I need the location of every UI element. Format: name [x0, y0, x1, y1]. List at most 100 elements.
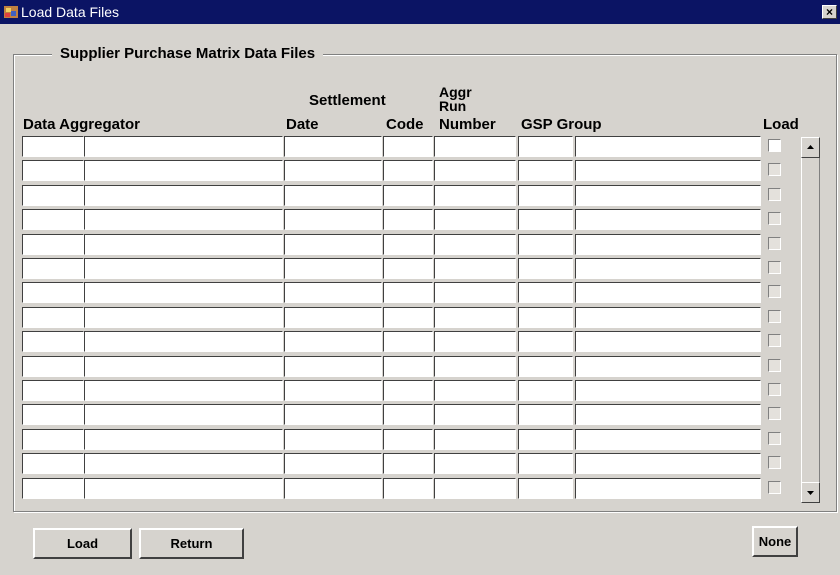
cell-settlement-code[interactable] [383, 160, 433, 181]
cell-aggregator-name[interactable] [84, 453, 283, 474]
cell-aggregator-id[interactable] [22, 453, 84, 474]
load-checkbox[interactable] [768, 432, 781, 445]
cell-gsp-group-id[interactable] [518, 258, 573, 279]
cell-gsp-group-id[interactable] [518, 307, 573, 328]
cell-aggr-run-number[interactable] [434, 160, 516, 181]
cell-aggregator-name[interactable] [84, 209, 283, 230]
cell-gsp-group-id[interactable] [518, 429, 573, 450]
load-checkbox[interactable] [768, 285, 781, 298]
cell-aggregator-name[interactable] [84, 404, 283, 425]
return-button[interactable]: Return [139, 528, 244, 559]
cell-settlement-date[interactable] [284, 331, 382, 352]
close-button[interactable]: × [822, 5, 837, 19]
load-checkbox[interactable] [768, 407, 781, 420]
cell-aggregator-name[interactable] [84, 136, 283, 157]
cell-aggr-run-number[interactable] [434, 258, 516, 279]
cell-aggr-run-number[interactable] [434, 478, 516, 499]
cell-gsp-group-name[interactable] [575, 307, 761, 328]
cell-settlement-code[interactable] [383, 478, 433, 499]
cell-gsp-group-name[interactable] [575, 282, 761, 303]
cell-settlement-code[interactable] [383, 234, 433, 255]
scroll-down-button[interactable] [801, 482, 820, 503]
cell-aggregator-id[interactable] [22, 478, 84, 499]
cell-gsp-group-name[interactable] [575, 380, 761, 401]
cell-settlement-code[interactable] [383, 404, 433, 425]
cell-gsp-group-id[interactable] [518, 331, 573, 352]
cell-aggregator-name[interactable] [84, 356, 283, 377]
load-checkbox[interactable] [768, 212, 781, 225]
cell-settlement-date[interactable] [284, 478, 382, 499]
cell-settlement-date[interactable] [284, 380, 382, 401]
cell-gsp-group-id[interactable] [518, 478, 573, 499]
cell-settlement-code[interactable] [383, 258, 433, 279]
cell-aggr-run-number[interactable] [434, 331, 516, 352]
cell-gsp-group-name[interactable] [575, 185, 761, 206]
cell-aggr-run-number[interactable] [434, 185, 516, 206]
cell-gsp-group-id[interactable] [518, 453, 573, 474]
cell-aggr-run-number[interactable] [434, 282, 516, 303]
none-button[interactable]: None [752, 526, 798, 557]
cell-aggregator-id[interactable] [22, 404, 84, 425]
load-checkbox[interactable] [768, 359, 781, 372]
cell-aggregator-id[interactable] [22, 331, 84, 352]
cell-gsp-group-name[interactable] [575, 429, 761, 450]
cell-settlement-code[interactable] [383, 136, 433, 157]
cell-settlement-code[interactable] [383, 209, 433, 230]
cell-gsp-group-name[interactable] [575, 209, 761, 230]
cell-settlement-date[interactable] [284, 209, 382, 230]
vertical-scrollbar[interactable] [801, 137, 820, 503]
cell-settlement-date[interactable] [284, 307, 382, 328]
cell-aggregator-name[interactable] [84, 331, 283, 352]
load-checkbox[interactable] [768, 310, 781, 323]
cell-aggr-run-number[interactable] [434, 404, 516, 425]
cell-settlement-code[interactable] [383, 307, 433, 328]
cell-gsp-group-id[interactable] [518, 282, 573, 303]
cell-aggregator-id[interactable] [22, 429, 84, 450]
cell-gsp-group-id[interactable] [518, 404, 573, 425]
cell-settlement-code[interactable] [383, 453, 433, 474]
load-button[interactable]: Load [33, 528, 132, 559]
cell-settlement-date[interactable] [284, 258, 382, 279]
cell-aggregator-name[interactable] [84, 282, 283, 303]
cell-aggregator-id[interactable] [22, 307, 84, 328]
cell-aggr-run-number[interactable] [434, 307, 516, 328]
cell-settlement-code[interactable] [383, 282, 433, 303]
scroll-up-button[interactable] [801, 137, 820, 158]
cell-aggr-run-number[interactable] [434, 356, 516, 377]
cell-aggregator-id[interactable] [22, 136, 84, 157]
cell-settlement-date[interactable] [284, 234, 382, 255]
cell-settlement-date[interactable] [284, 282, 382, 303]
cell-aggregator-name[interactable] [84, 258, 283, 279]
cell-aggregator-id[interactable] [22, 160, 84, 181]
load-checkbox[interactable] [768, 139, 781, 152]
cell-settlement-code[interactable] [383, 356, 433, 377]
cell-settlement-date[interactable] [284, 429, 382, 450]
cell-aggregator-name[interactable] [84, 307, 283, 328]
cell-aggregator-name[interactable] [84, 478, 283, 499]
cell-aggr-run-number[interactable] [434, 136, 516, 157]
cell-gsp-group-name[interactable] [575, 136, 761, 157]
cell-aggregator-name[interactable] [84, 185, 283, 206]
cell-gsp-group-id[interactable] [518, 356, 573, 377]
cell-settlement-date[interactable] [284, 136, 382, 157]
cell-gsp-group-name[interactable] [575, 234, 761, 255]
load-checkbox[interactable] [768, 237, 781, 250]
cell-settlement-code[interactable] [383, 331, 433, 352]
load-checkbox[interactable] [768, 481, 781, 494]
cell-gsp-group-id[interactable] [518, 380, 573, 401]
cell-aggr-run-number[interactable] [434, 234, 516, 255]
cell-settlement-date[interactable] [284, 453, 382, 474]
load-checkbox[interactable] [768, 261, 781, 274]
cell-gsp-group-name[interactable] [575, 453, 761, 474]
cell-aggregator-id[interactable] [22, 258, 84, 279]
cell-gsp-group-name[interactable] [575, 160, 761, 181]
cell-aggr-run-number[interactable] [434, 380, 516, 401]
cell-gsp-group-name[interactable] [575, 404, 761, 425]
cell-gsp-group-id[interactable] [518, 136, 573, 157]
cell-settlement-date[interactable] [284, 160, 382, 181]
cell-gsp-group-name[interactable] [575, 478, 761, 499]
cell-aggregator-name[interactable] [84, 160, 283, 181]
cell-settlement-code[interactable] [383, 380, 433, 401]
cell-gsp-group-id[interactable] [518, 234, 573, 255]
cell-gsp-group-name[interactable] [575, 331, 761, 352]
